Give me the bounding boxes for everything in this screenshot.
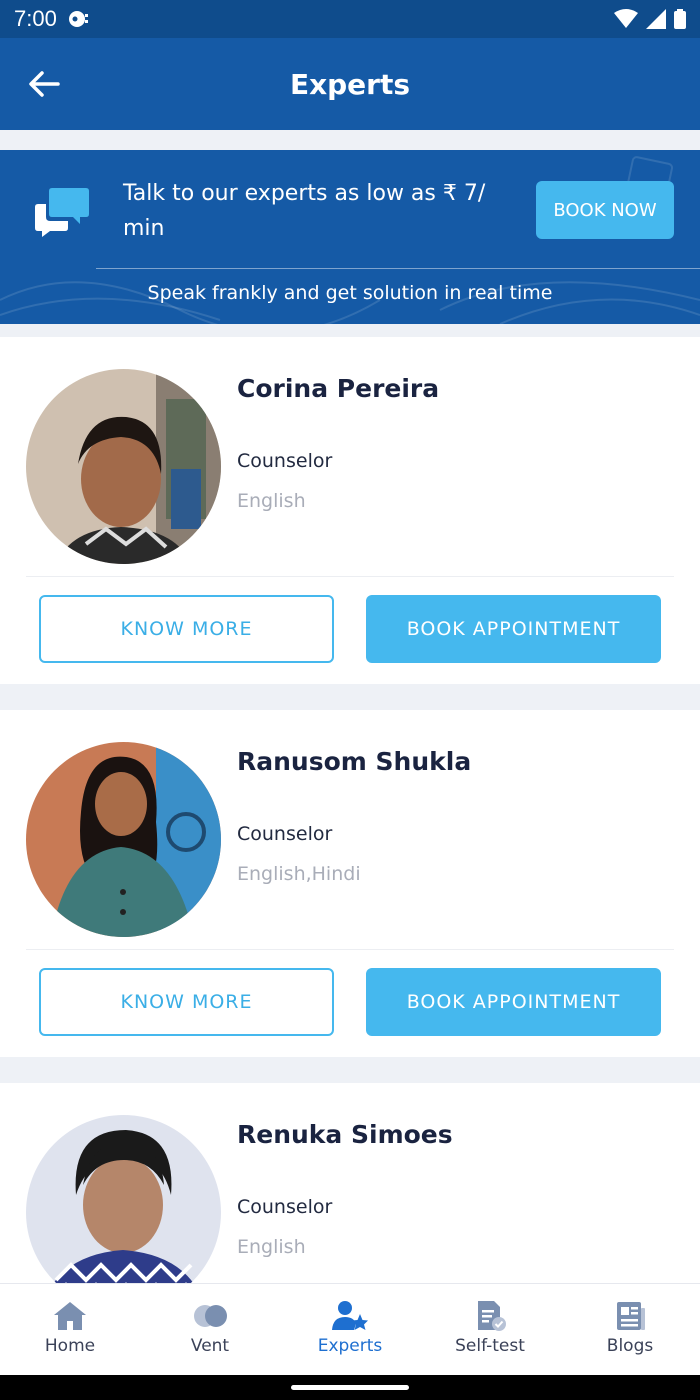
expert-role: Counselor — [237, 1196, 333, 1218]
card-divider — [26, 949, 674, 950]
nav-blogs-label: Blogs — [606, 1336, 654, 1356]
nav-home-label: Home — [44, 1336, 96, 1356]
nav-home[interactable]: Home — [0, 1284, 140, 1375]
expert-languages: English — [237, 1236, 306, 1258]
expert-role: Counselor — [237, 450, 333, 472]
status-bar: 7:00 — [0, 0, 700, 38]
bottom-navigation: Home Vent Experts Self-test Blogs — [0, 1283, 700, 1375]
nav-experts-label: Experts — [317, 1336, 383, 1356]
home-icon — [54, 1302, 86, 1330]
blogs-icon — [617, 1302, 645, 1330]
expert-avatar — [26, 369, 221, 564]
promo-headline: Talk to our experts as low as ₹ 7/ min — [123, 181, 486, 241]
expert-name: Renuka Simoes — [237, 1120, 453, 1149]
know-more-button[interactable]: KNOW MORE — [39, 595, 334, 663]
promo-divider — [96, 268, 700, 269]
vent-icon — [194, 1305, 227, 1327]
nav-vent[interactable]: Vent — [140, 1284, 280, 1375]
expert-name: Corina Pereira — [237, 374, 440, 403]
book-appointment-button[interactable]: BOOK APPOINTMENT — [366, 595, 661, 663]
app-bar: Experts — [0, 38, 700, 130]
battery-icon — [674, 9, 686, 29]
nav-self-test-label: Self-test — [455, 1336, 525, 1356]
expert-role: Counselor — [237, 823, 333, 845]
nav-experts[interactable]: Experts — [280, 1284, 420, 1375]
home-gesture-handle[interactable] — [291, 1385, 409, 1390]
expert-languages: English — [237, 490, 306, 512]
nav-blogs[interactable]: Blogs — [560, 1284, 700, 1375]
notification-icon — [68, 11, 88, 27]
wifi-icon — [614, 9, 638, 28]
card-divider — [26, 576, 674, 577]
know-more-button[interactable]: KNOW MORE — [39, 968, 334, 1036]
expert-languages: English,Hindi — [237, 863, 361, 885]
self-test-icon — [478, 1301, 506, 1331]
chat-bubbles-icon — [35, 188, 89, 237]
status-time: 7:00 — [14, 6, 57, 31]
book-now-button[interactable]: BOOK NOW — [536, 181, 674, 239]
expert-avatar — [26, 742, 221, 937]
expert-name: Ranusom Shukla — [237, 747, 472, 776]
nav-self-test[interactable]: Self-test — [420, 1284, 560, 1375]
book-appointment-button[interactable]: BOOK APPOINTMENT — [366, 968, 661, 1036]
back-arrow-icon[interactable] — [26, 66, 62, 102]
promo-subtext: Speak frankly and get solution in real t… — [147, 282, 553, 304]
nav-vent-label: Vent — [190, 1336, 230, 1356]
expert-card: Corina Pereira Counselor English KNOW MO… — [0, 337, 700, 684]
system-navigation-bar — [0, 1375, 700, 1400]
expert-card: Ranusom Shukla Counselor English,Hindi K… — [0, 710, 700, 1057]
experts-icon — [332, 1301, 368, 1330]
page-title: Experts — [289, 67, 411, 101]
signal-icon — [646, 9, 666, 29]
expert-avatar — [26, 1115, 221, 1283]
expert-card: Renuka Simoes Counselor English — [0, 1083, 700, 1283]
